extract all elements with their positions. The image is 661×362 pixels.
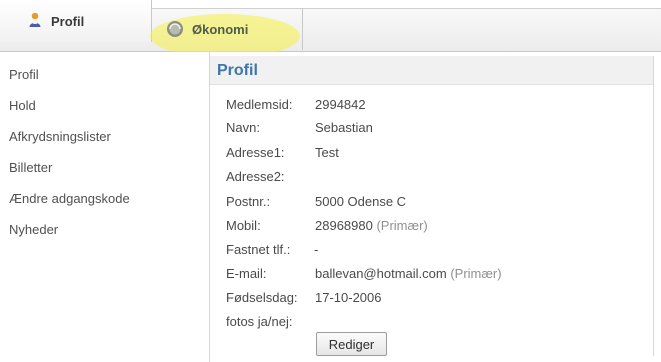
tab-economy[interactable]: Økonomi xyxy=(166,8,248,50)
sidebar-item-billetter[interactable]: Billetter xyxy=(9,160,52,175)
field-label: Mobil: xyxy=(226,218,261,233)
primary-badge: (Primær) xyxy=(450,266,502,281)
tab-profile-label: Profil xyxy=(51,13,85,29)
field-label: Adresse1: xyxy=(226,145,285,160)
sidebar-item-afkrydsningslister[interactable]: Afkrydsningslister xyxy=(9,129,111,144)
email-value: ballevan@hotmail.com xyxy=(315,266,447,281)
mobile-value: 28968980 xyxy=(315,218,373,233)
field-value: - xyxy=(314,242,319,257)
coin-icon xyxy=(166,20,184,38)
primary-badge: (Primær) xyxy=(376,218,428,233)
sidebar-item-profil[interactable]: Profil xyxy=(9,67,39,82)
field-label: Fastnet tlf.: xyxy=(226,242,291,257)
field-label: Navn: xyxy=(226,120,260,135)
field-value: 17-10-2006 xyxy=(315,290,382,305)
field-value: Test xyxy=(315,145,339,160)
tab-profile[interactable]: Profil xyxy=(0,0,152,42)
field-label: Fødselsdag: xyxy=(226,290,298,305)
sidebar-item-nyheder[interactable]: Nyheder xyxy=(9,222,58,237)
page-title: Profil xyxy=(217,62,258,79)
field-label: Adresse2: xyxy=(226,169,285,184)
field-value: 28968980 (Primær) xyxy=(315,218,428,233)
field-value: 2994842 xyxy=(315,97,366,112)
sidebar: Profil Hold Afkrydsningslister Billetter… xyxy=(0,52,210,362)
field-label: Medlemsid: xyxy=(226,97,293,112)
person-icon xyxy=(28,12,42,31)
field-value: 5000 Odense C xyxy=(315,194,407,209)
field-label: fotos ja/nej: xyxy=(226,314,293,329)
tab-divider xyxy=(302,8,303,50)
tab-economy-label: Økonomi xyxy=(192,21,249,37)
main-panel: Profil Medlemsid: 2994842 Navn: Sebastia… xyxy=(210,52,661,362)
sidebar-item-hold[interactable]: Hold xyxy=(9,98,36,113)
sidebar-item-aendre-adgangskode[interactable]: Ændre adgangskode xyxy=(9,191,130,206)
edit-button[interactable]: Rediger xyxy=(316,332,387,356)
field-value: ballevan@hotmail.com (Primær) xyxy=(315,266,502,281)
field-label: E-mail: xyxy=(226,266,267,281)
main-header: Profil xyxy=(210,56,653,85)
field-value: Sebastian xyxy=(315,120,373,135)
field-label: Postnr.: xyxy=(226,194,271,209)
